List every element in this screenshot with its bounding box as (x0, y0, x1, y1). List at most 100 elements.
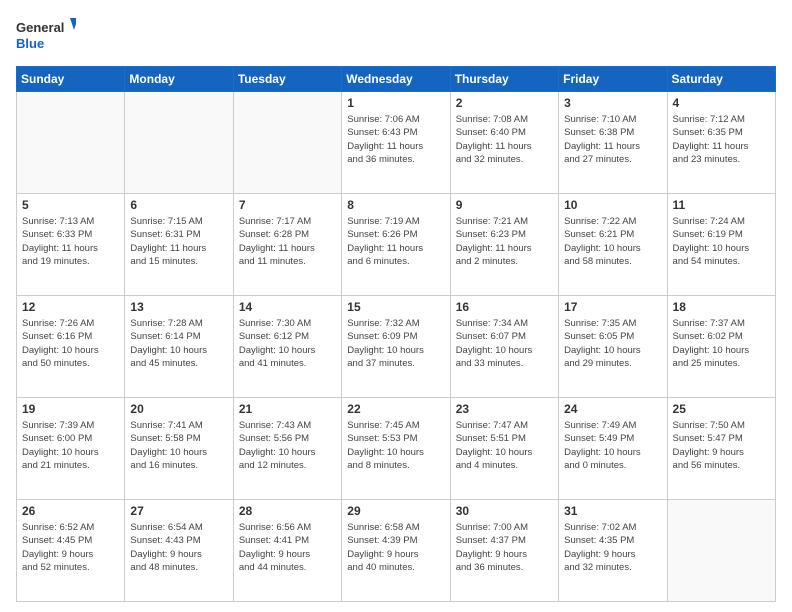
cell-text: Sunrise: 7:26 AM Sunset: 6:16 PM Dayligh… (22, 317, 119, 370)
calendar-cell: 28 Sunrise: 6:56 AM Sunset: 4:41 PM Dayli… (233, 500, 341, 602)
calendar-cell: 11 Sunrise: 7:24 AM Sunset: 6:19 PM Dayli… (667, 194, 775, 296)
cell-text: Sunrise: 6:52 AM Sunset: 4:45 PM Dayligh… (22, 521, 119, 574)
weekday-header-row: SundayMondayTuesdayWednesdayThursdayFrid… (17, 67, 776, 92)
calendar-cell: 10 Sunrise: 7:22 AM Sunset: 6:21 PM Dayli… (559, 194, 667, 296)
calendar-cell (17, 92, 125, 194)
calendar-cell: 21Sunrise: 7:43 AM Sunset: 5:56 PM Dayli… (233, 398, 341, 500)
cell-text: Sunrise: 7:10 AM Sunset: 6:38 PM Dayligh… (564, 113, 661, 166)
day-number: 10 (564, 198, 661, 212)
calendar-cell: 16Sunrise: 7:34 AM Sunset: 6:07 PM Dayli… (450, 296, 558, 398)
calendar-cell: 7 Sunrise: 7:17 AM Sunset: 6:28 PM Daylig… (233, 194, 341, 296)
calendar-cell: 18 Sunrise: 7:37 AM Sunset: 6:02 PM Dayli… (667, 296, 775, 398)
cell-text: Sunrise: 6:56 AM Sunset: 4:41 PM Dayligh… (239, 521, 336, 574)
cell-text: Sunrise: 7:49 AM Sunset: 5:49 PM Dayligh… (564, 419, 661, 472)
cell-text: Sunrise: 7:17 AM Sunset: 6:28 PM Dayligh… (239, 215, 336, 268)
calendar-cell: 31 Sunrise: 7:02 AM Sunset: 4:35 PM Dayli… (559, 500, 667, 602)
logo-svg: General Blue (16, 16, 76, 56)
weekday-header-friday: Friday (559, 67, 667, 92)
day-number: 3 (564, 96, 661, 110)
calendar-cell: 22Sunrise: 7:45 AM Sunset: 5:53 PM Dayli… (342, 398, 450, 500)
calendar-cell: 25 Sunrise: 7:50 AM Sunset: 5:47 PM Dayli… (667, 398, 775, 500)
calendar-cell: 27 Sunrise: 6:54 AM Sunset: 4:43 PM Dayli… (125, 500, 233, 602)
calendar-cell: 17 Sunrise: 7:35 AM Sunset: 6:05 PM Dayli… (559, 296, 667, 398)
day-number: 14 (239, 300, 336, 314)
day-number: 11 (673, 198, 770, 212)
weekday-header-thursday: Thursday (450, 67, 558, 92)
calendar-table: SundayMondayTuesdayWednesdayThursdayFrid… (16, 66, 776, 602)
cell-text: Sunrise: 7:22 AM Sunset: 6:21 PM Dayligh… (564, 215, 661, 268)
weekday-header-saturday: Saturday (667, 67, 775, 92)
day-number: 1 (347, 96, 444, 110)
weekday-header-tuesday: Tuesday (233, 67, 341, 92)
calendar-cell: 13 Sunrise: 7:28 AM Sunset: 6:14 PM Dayli… (125, 296, 233, 398)
calendar-cell: 24 Sunrise: 7:49 AM Sunset: 5:49 PM Dayli… (559, 398, 667, 500)
cell-text: Sunrise: 7:35 AM Sunset: 6:05 PM Dayligh… (564, 317, 661, 370)
calendar-row-4: 26Sunrise: 6:52 AM Sunset: 4:45 PM Dayli… (17, 500, 776, 602)
day-number: 24 (564, 402, 661, 416)
weekday-header-wednesday: Wednesday (342, 67, 450, 92)
cell-text: Sunrise: 6:58 AM Sunset: 4:39 PM Dayligh… (347, 521, 444, 574)
svg-text:General: General (16, 20, 64, 35)
day-number: 13 (130, 300, 227, 314)
calendar-cell: 2Sunrise: 7:08 AM Sunset: 6:40 PM Daylig… (450, 92, 558, 194)
cell-text: Sunrise: 7:19 AM Sunset: 6:26 PM Dayligh… (347, 215, 444, 268)
calendar-cell: 12 Sunrise: 7:26 AM Sunset: 6:16 PM Dayli… (17, 296, 125, 398)
cell-text: Sunrise: 7:39 AM Sunset: 6:00 PM Dayligh… (22, 419, 119, 472)
cell-text: Sunrise: 7:45 AM Sunset: 5:53 PM Dayligh… (347, 419, 444, 472)
calendar-cell: 23Sunrise: 7:47 AM Sunset: 5:51 PM Dayli… (450, 398, 558, 500)
calendar-row-2: 12 Sunrise: 7:26 AM Sunset: 6:16 PM Dayli… (17, 296, 776, 398)
day-number: 25 (673, 402, 770, 416)
day-number: 17 (564, 300, 661, 314)
cell-text: Sunrise: 7:32 AM Sunset: 6:09 PM Dayligh… (347, 317, 444, 370)
day-number: 5 (22, 198, 119, 212)
calendar-cell (667, 500, 775, 602)
page-header: General Blue (16, 16, 776, 56)
calendar-page: General Blue SundayMondayTuesdayWednesda… (0, 0, 792, 612)
day-number: 6 (130, 198, 227, 212)
day-number: 30 (456, 504, 553, 518)
calendar-cell: 19 Sunrise: 7:39 AM Sunset: 6:00 PM Dayli… (17, 398, 125, 500)
cell-text: Sunrise: 6:54 AM Sunset: 4:43 PM Dayligh… (130, 521, 227, 574)
cell-text: Sunrise: 7:24 AM Sunset: 6:19 PM Dayligh… (673, 215, 770, 268)
day-number: 20 (130, 402, 227, 416)
day-number: 4 (673, 96, 770, 110)
cell-text: Sunrise: 7:21 AM Sunset: 6:23 PM Dayligh… (456, 215, 553, 268)
day-number: 7 (239, 198, 336, 212)
calendar-cell: 14 Sunrise: 7:30 AM Sunset: 6:12 PM Dayli… (233, 296, 341, 398)
day-number: 9 (456, 198, 553, 212)
logo: General Blue (16, 16, 76, 56)
cell-text: Sunrise: 7:15 AM Sunset: 6:31 PM Dayligh… (130, 215, 227, 268)
calendar-cell: 1 Sunrise: 7:06 AM Sunset: 6:43 PM Daylig… (342, 92, 450, 194)
cell-text: Sunrise: 7:30 AM Sunset: 6:12 PM Dayligh… (239, 317, 336, 370)
day-number: 15 (347, 300, 444, 314)
cell-text: Sunrise: 7:37 AM Sunset: 6:02 PM Dayligh… (673, 317, 770, 370)
day-number: 27 (130, 504, 227, 518)
calendar-cell: 30Sunrise: 7:00 AM Sunset: 4:37 PM Dayli… (450, 500, 558, 602)
day-number: 2 (456, 96, 553, 110)
day-number: 16 (456, 300, 553, 314)
cell-text: Sunrise: 7:50 AM Sunset: 5:47 PM Dayligh… (673, 419, 770, 472)
weekday-header-monday: Monday (125, 67, 233, 92)
day-number: 21 (239, 402, 336, 416)
cell-text: Sunrise: 7:02 AM Sunset: 4:35 PM Dayligh… (564, 521, 661, 574)
day-number: 28 (239, 504, 336, 518)
calendar-cell: 8 Sunrise: 7:19 AM Sunset: 6:26 PM Daylig… (342, 194, 450, 296)
day-number: 31 (564, 504, 661, 518)
calendar-cell: 26Sunrise: 6:52 AM Sunset: 4:45 PM Dayli… (17, 500, 125, 602)
weekday-header-sunday: Sunday (17, 67, 125, 92)
day-number: 23 (456, 402, 553, 416)
day-number: 19 (22, 402, 119, 416)
calendar-cell: 9 Sunrise: 7:21 AM Sunset: 6:23 PM Daylig… (450, 194, 558, 296)
calendar-cell: 29 Sunrise: 6:58 AM Sunset: 4:39 PM Dayli… (342, 500, 450, 602)
day-number: 8 (347, 198, 444, 212)
svg-text:Blue: Blue (16, 36, 44, 51)
calendar-cell: 4 Sunrise: 7:12 AM Sunset: 6:35 PM Daylig… (667, 92, 775, 194)
calendar-cell (233, 92, 341, 194)
cell-text: Sunrise: 7:06 AM Sunset: 6:43 PM Dayligh… (347, 113, 444, 166)
cell-text: Sunrise: 7:28 AM Sunset: 6:14 PM Dayligh… (130, 317, 227, 370)
day-number: 29 (347, 504, 444, 518)
calendar-cell (125, 92, 233, 194)
day-number: 18 (673, 300, 770, 314)
cell-text: Sunrise: 7:12 AM Sunset: 6:35 PM Dayligh… (673, 113, 770, 166)
day-number: 12 (22, 300, 119, 314)
